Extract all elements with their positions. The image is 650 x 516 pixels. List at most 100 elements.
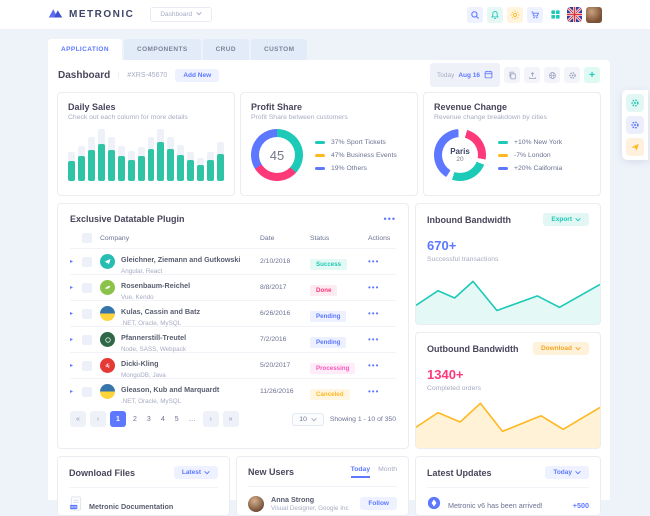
company-tech: Angular, React — [121, 268, 260, 275]
row-expand-chevron[interactable]: ▸ — [70, 310, 82, 317]
pagination-prev-button[interactable]: ‹ — [90, 411, 106, 427]
globe-icon[interactable] — [544, 67, 560, 83]
tab-custom[interactable]: CUSTOM — [251, 39, 307, 60]
new-users-tab-today[interactable]: Today — [351, 466, 371, 478]
metronic-dashboard-page: METRONIC Dashboard — [0, 0, 650, 500]
bar — [187, 129, 194, 181]
search-icon[interactable] — [467, 7, 483, 23]
pagination-page-4[interactable]: 4 — [158, 416, 168, 423]
pagination-page-3[interactable]: 3 — [144, 416, 154, 423]
latest-filter-button[interactable]: Latest — [174, 466, 218, 479]
company-tech: .NET, Oracle, MySQL — [121, 320, 260, 327]
row-date: 6/26/2016 — [260, 310, 310, 317]
row-actions-button[interactable]: ••• — [368, 257, 396, 266]
legend-label: -7% London — [514, 152, 551, 159]
export-button[interactable]: Export — [543, 213, 589, 226]
company-logo-python-icon — [100, 384, 115, 399]
card-menu-button[interactable]: ••• — [384, 214, 396, 224]
brand-logo[interactable]: METRONIC — [48, 6, 134, 24]
select-all-checkbox[interactable] — [82, 233, 92, 243]
tab-crud[interactable]: CRUD — [203, 39, 249, 60]
row-date: 7/2/2016 — [260, 336, 310, 343]
status-badge: Pending — [310, 311, 346, 322]
row-expand-chevron[interactable]: ▸ — [70, 336, 82, 343]
add-new-button[interactable]: Add New — [175, 69, 219, 82]
row-date: 8/8/2017 — [260, 284, 310, 291]
row-expand-chevron[interactable]: ▸ — [70, 258, 82, 265]
quick-panel-grid-icon[interactable] — [547, 7, 563, 23]
row-expand-chevron[interactable]: ▸ — [70, 388, 82, 395]
builder-gear-icon[interactable] — [626, 94, 644, 112]
bar — [78, 129, 85, 181]
row-actions-button[interactable]: ••• — [368, 309, 396, 318]
row-checkbox[interactable] — [82, 335, 92, 345]
update-text: Metronic v6 has been arrived! — [448, 501, 543, 510]
floating-action-panel — [622, 90, 648, 160]
today-filter-button[interactable]: Today — [545, 466, 589, 479]
row-checkbox[interactable] — [82, 387, 92, 397]
company-name: Rosenbaum-Reichel — [121, 281, 190, 290]
page-ref-code: #XRS-45670 — [118, 72, 167, 79]
upload-icon[interactable] — [524, 67, 540, 83]
language-flag-icon[interactable] — [567, 7, 582, 22]
column-actions: Actions — [368, 235, 396, 242]
inbound-value: 670+ — [427, 238, 589, 253]
company-logo-red-icon: dj — [100, 358, 115, 373]
send-paper-plane-icon[interactable] — [626, 138, 644, 156]
datatable-card: Exclusive Datatable Plugin ••• Company D… — [57, 203, 409, 449]
row-actions-button[interactable]: ••• — [368, 335, 396, 344]
row-actions-button[interactable]: ••• — [368, 387, 396, 396]
tab-components[interactable]: COMPONENTS — [124, 39, 201, 60]
date-picker-button[interactable]: Today Aug 16 — [430, 63, 500, 87]
pagination-next-button[interactable]: › — [203, 411, 219, 427]
inbound-bandwidth-card: Inbound Bandwidth Export 670+ Successful… — [415, 203, 601, 325]
row-date: 11/26/2016 — [260, 388, 310, 395]
pagination-last-button[interactable]: » — [223, 411, 239, 427]
pagination-page-5[interactable]: 5 — [172, 416, 182, 423]
copy-icon[interactable] — [504, 67, 520, 83]
user-avatar[interactable] — [586, 7, 602, 23]
settings-gear-icon[interactable] — [626, 116, 644, 134]
pagination-page-2[interactable]: 2 — [130, 416, 140, 423]
company-name: Gleason, Kub and Marquardt — [121, 385, 219, 394]
revenue-change-donut-chart: Paris 20 — [434, 129, 486, 181]
pagination-first-button[interactable]: « — [70, 411, 86, 427]
subheader-toolbar: Dashboard #XRS-45670 Add New Today Aug 1… — [48, 60, 610, 90]
gear-icon[interactable] — [564, 67, 580, 83]
card-title: Daily Sales — [68, 102, 224, 112]
file-list-item[interactable]: DOC Metronic Documentation — [69, 496, 218, 516]
bar — [167, 129, 174, 181]
row-expand-chevron[interactable]: ▸ — [70, 362, 82, 369]
quick-actions-icon[interactable] — [507, 7, 523, 23]
per-page-select[interactable]: 10 — [292, 413, 324, 426]
bar — [68, 129, 75, 181]
row-checkbox[interactable] — [82, 361, 92, 371]
status-badge: Pending — [310, 337, 346, 348]
row-expand-chevron[interactable]: ▸ — [70, 284, 82, 291]
row-actions-button[interactable]: ••• — [368, 361, 396, 370]
legend-label: +20% California — [514, 165, 562, 172]
notifications-bell-icon[interactable] — [487, 7, 503, 23]
row-actions-button[interactable]: ••• — [368, 283, 396, 292]
outbound-line-chart — [416, 396, 600, 448]
company-tech: MongoDB, Java — [121, 372, 260, 379]
company-tech: .NET, Oracle, MySQL — [121, 398, 260, 405]
header-dashboard-dropdown[interactable]: Dashboard — [150, 7, 212, 22]
calendar-icon — [484, 66, 493, 84]
cart-icon[interactable] — [527, 7, 543, 23]
row-checkbox[interactable] — [82, 309, 92, 319]
new-users-tab-month[interactable]: Month — [378, 466, 397, 478]
row-checkbox[interactable] — [82, 283, 92, 293]
row-date: 5/20/2017 — [260, 362, 310, 369]
add-plus-button[interactable]: + — [584, 67, 600, 83]
company-name: Gleichner, Ziemann and Gutkowski — [121, 255, 240, 264]
company-tech: Vue, Kendo — [121, 294, 260, 301]
follow-button[interactable]: Follow — [360, 497, 397, 510]
user-avatar — [248, 496, 264, 512]
download-button[interactable]: Download — [533, 342, 589, 355]
tab-application[interactable]: APPLICATION — [48, 39, 122, 60]
pagination-page-1[interactable]: 1 — [110, 411, 126, 427]
row-checkbox[interactable] — [82, 257, 92, 267]
legend-dash — [315, 154, 325, 157]
profit-share-donut-chart: 45 — [251, 129, 303, 181]
